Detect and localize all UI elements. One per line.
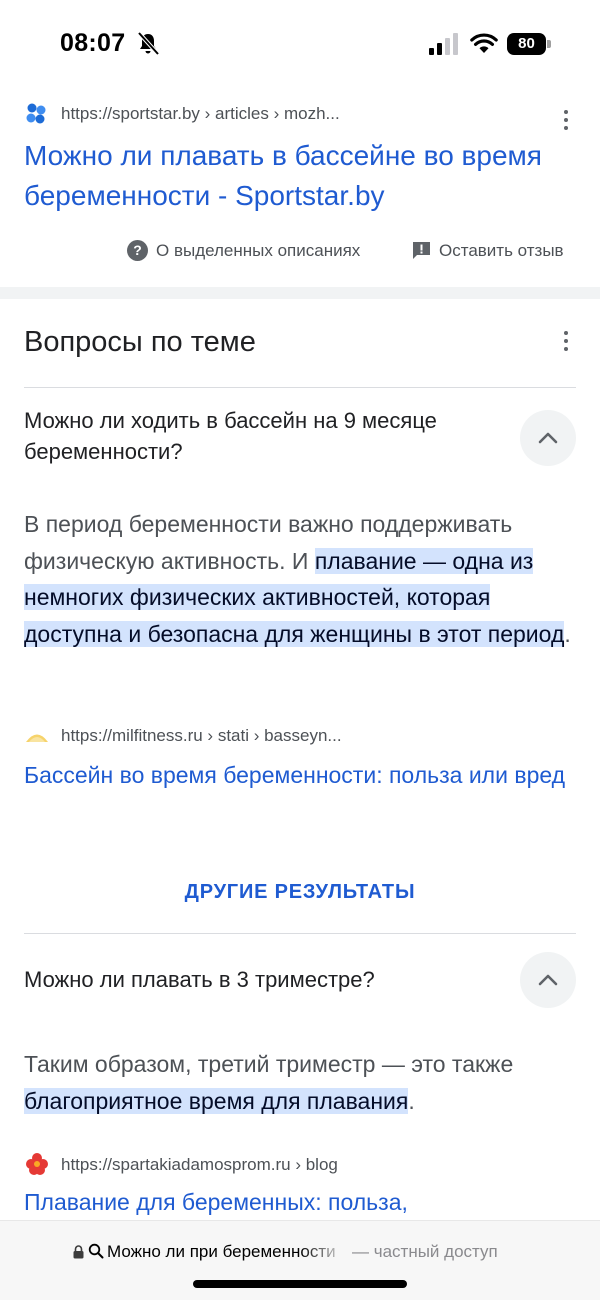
- status-time: 08:07: [60, 29, 126, 57]
- bell-slash-icon: [137, 32, 159, 56]
- answer-text: Таким образом, третий триместр — это так…: [24, 1051, 514, 1077]
- battery-level: 80: [507, 33, 546, 55]
- question-2-collapse-button[interactable]: [520, 952, 576, 1008]
- result-feedback-row: ? О выделенных описаниях Оставить отзыв: [0, 238, 600, 264]
- question-2-answer: Таким образом, третий триместр — это так…: [24, 1046, 576, 1119]
- question-2-text[interactable]: Можно ли плавать в 3 триместре?: [24, 964, 464, 995]
- section-title: Вопросы по теме: [24, 326, 256, 358]
- chevron-up-icon: [538, 974, 558, 986]
- source-1-title-link[interactable]: Бассейн во время беременности: польза ил…: [24, 756, 576, 796]
- status-bar: 08:07 80: [0, 0, 600, 90]
- battery-icon: 80: [507, 33, 551, 55]
- browser-bottom-bar: Можно ли при беременности — частный дост…: [0, 1220, 600, 1300]
- section-separator: [0, 287, 600, 299]
- feedback-link[interactable]: Оставить отзыв: [439, 241, 564, 261]
- question-1-answer: В период беременности важно поддерживать…: [24, 506, 576, 652]
- source-2-title-link[interactable]: Плавание для беременных: польза,: [24, 1183, 576, 1223]
- cellular-signal-icon: [429, 33, 458, 55]
- milfitness-logo-icon: [26, 734, 48, 742]
- private-access-label: — частный доступ: [352, 1242, 498, 1261]
- wifi-icon: [470, 33, 498, 53]
- divider: [24, 933, 576, 934]
- result-title-link[interactable]: Можно ли плавать в бассейне во время бер…: [24, 136, 574, 216]
- result-more-options-icon[interactable]: [556, 108, 576, 132]
- more-results-button[interactable]: ДРУГИЕ РЕЗУЛЬТАТЫ: [0, 881, 600, 904]
- answer-highlight: благоприятное время для плавания: [24, 1087, 409, 1114]
- lock-icon: [73, 1245, 84, 1259]
- home-indicator[interactable]: [193, 1280, 407, 1288]
- source-1-url[interactable]: https://milfitness.ru › stati › basseyn.…: [61, 726, 342, 746]
- divider: [24, 387, 576, 388]
- answer-tail: .: [408, 1087, 415, 1114]
- help-circle-icon[interactable]: ?: [127, 240, 148, 261]
- search-result-card: https://sportstar.by › articles › mozh..…: [0, 90, 600, 288]
- source-2-url[interactable]: https://spartakiadamosprom.ru › blog: [61, 1155, 338, 1175]
- answer-tail: .: [564, 620, 571, 647]
- feedback-icon[interactable]: [412, 241, 431, 260]
- address-bar[interactable]: Можно ли при беременности — частный дост…: [0, 1241, 600, 1265]
- spartakiada-logo-icon: [26, 1153, 48, 1175]
- chevron-up-icon: [538, 432, 558, 444]
- about-snippets-link[interactable]: О выделенных описаниях: [156, 241, 360, 261]
- question-1-collapse-button[interactable]: [520, 410, 576, 466]
- section-more-options-icon[interactable]: [556, 329, 576, 353]
- result-url[interactable]: https://sportstar.by › articles › mozh..…: [61, 104, 340, 124]
- sportstar-logo-icon: [26, 103, 46, 124]
- search-icon: [88, 1243, 104, 1259]
- question-1-text[interactable]: Можно ли ходить в бассейн на 9 месяце бе…: [24, 405, 464, 467]
